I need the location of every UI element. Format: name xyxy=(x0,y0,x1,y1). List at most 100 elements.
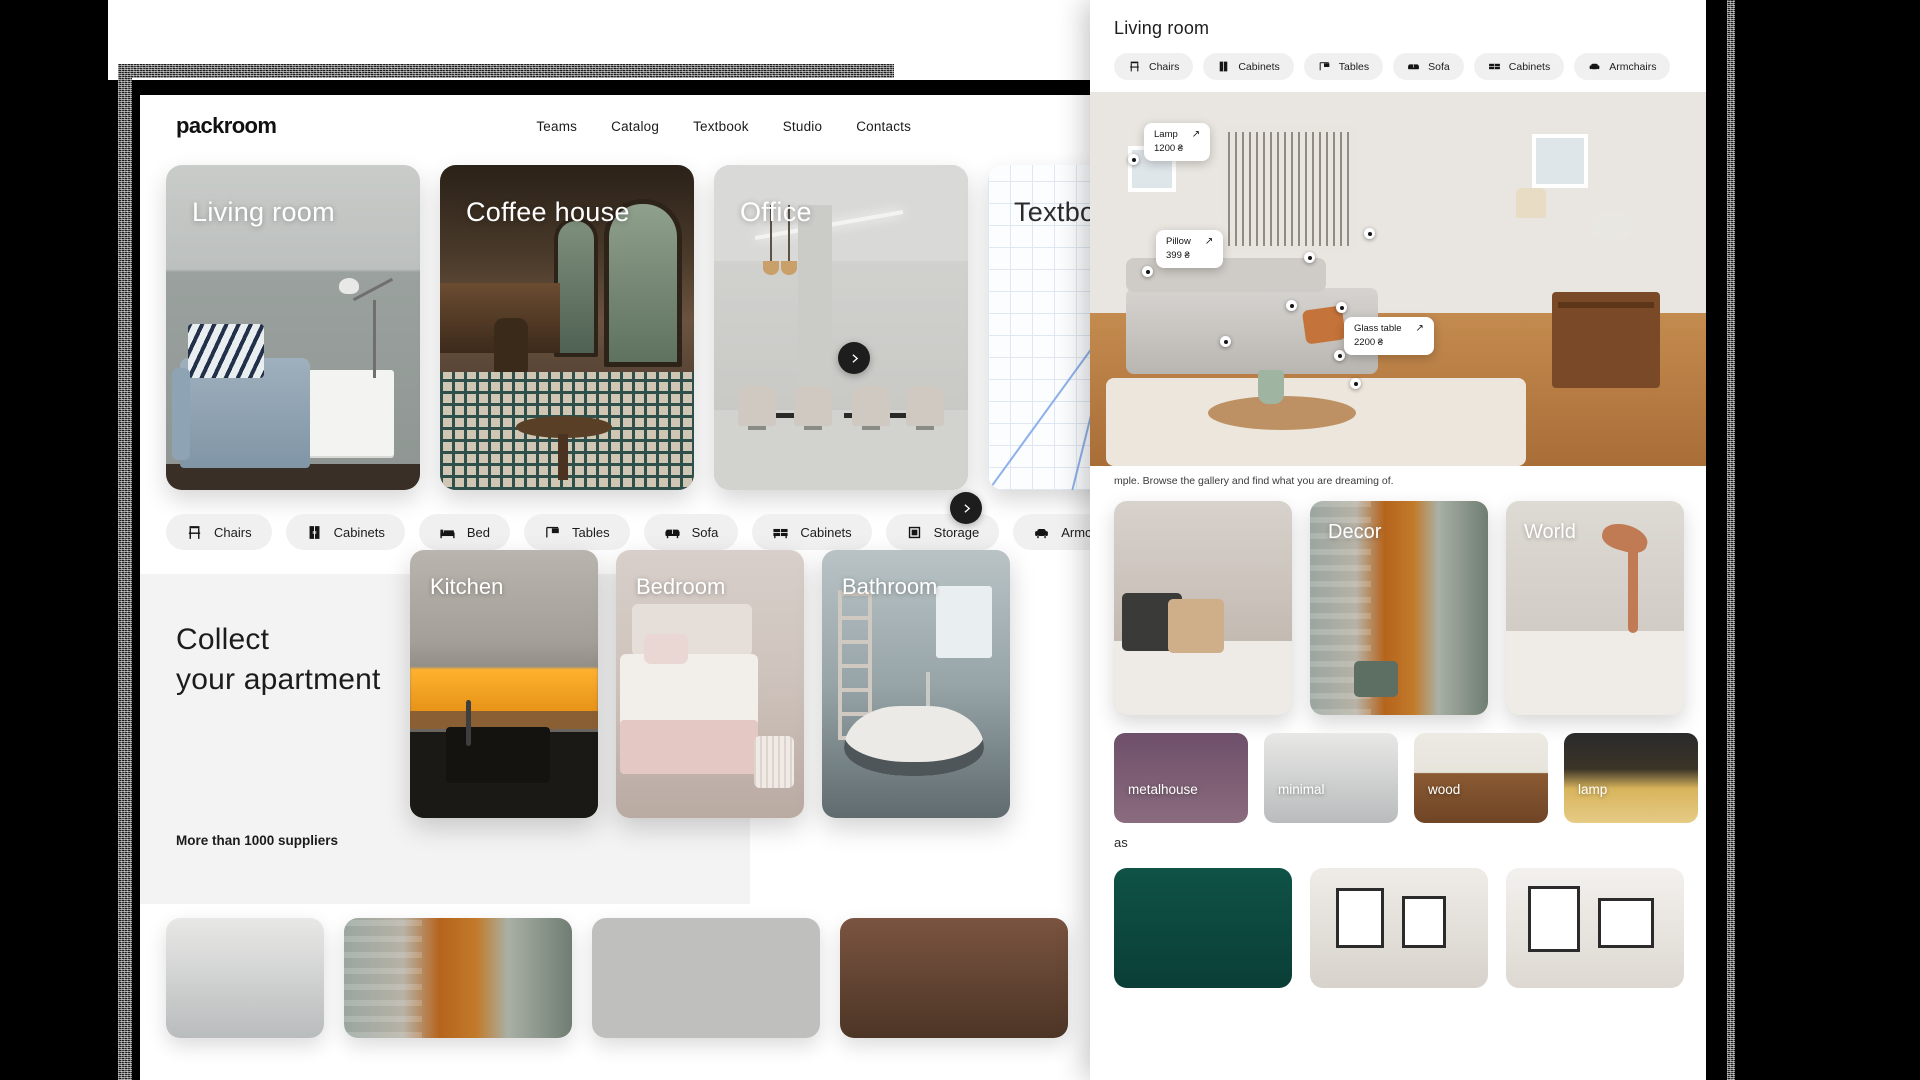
chip-label: Cabinets xyxy=(1508,60,1551,73)
chip-label: Tables xyxy=(1338,60,1370,73)
hotspot-glass-table[interactable] xyxy=(1334,350,1345,361)
chip-label: Tables xyxy=(572,524,610,540)
collect-section: Collect your apartment More than 1000 su… xyxy=(140,550,1010,904)
armchair-icon xyxy=(1589,63,1600,70)
hotspot-pillow[interactable] xyxy=(1142,266,1153,277)
chip-label: Armchairs xyxy=(1609,60,1657,73)
product-tag-pillow[interactable]: Pillow ↗ 399 ₴ xyxy=(1156,230,1224,268)
bottom-card[interactable] xyxy=(166,918,324,1038)
chip-label: Cabinets xyxy=(1238,60,1280,73)
sideboard-icon xyxy=(1488,63,1500,70)
product-tag-name: Lamp xyxy=(1154,129,1178,140)
panel-chip-cabinets[interactable]: Cabinets xyxy=(1203,53,1294,80)
chip-tables[interactable]: Tables xyxy=(524,514,630,550)
main-nav: Teams Catalog Textbook Studio Contacts xyxy=(536,119,911,134)
bottom-card[interactable] xyxy=(592,918,820,1038)
chevron-right-icon xyxy=(963,503,970,513)
panel-chip-chairs[interactable]: Chairs xyxy=(1114,53,1194,80)
hero-next-button[interactable] xyxy=(838,342,870,374)
detail-panel-window: Living room Chairs Cabinets Tables Sofa … xyxy=(1090,0,1706,1080)
thumb-label: lamp xyxy=(1578,782,1608,797)
hotspot-extra-4[interactable] xyxy=(1350,378,1361,389)
panel-caption: mple. Browse the gallery and find what y… xyxy=(1114,475,1394,487)
thumb-lamp[interactable]: lamp xyxy=(1564,733,1698,823)
panel-card-world[interactable]: World xyxy=(1506,501,1684,715)
picture-frame-icon xyxy=(1336,888,1384,948)
hero-card-coffee-house[interactable]: Coffee house xyxy=(440,165,694,490)
hotspot-extra-6[interactable] xyxy=(1364,228,1375,239)
nav-item-textbook[interactable]: Textbook xyxy=(693,119,749,134)
window-edge-noise-top xyxy=(118,64,894,78)
hotspot-extra-2[interactable] xyxy=(1336,302,1347,313)
wood-artwork xyxy=(1414,733,1548,823)
nav-item-catalog[interactable]: Catalog xyxy=(611,119,659,134)
hotspot-extra-3[interactable] xyxy=(1220,336,1231,347)
product-tag-price: 399 ₴ xyxy=(1166,250,1190,261)
window-edge-noise-right xyxy=(1727,0,1735,1080)
panel-card-label: Decor xyxy=(1328,521,1382,543)
panel-card-sleep[interactable] xyxy=(1114,501,1292,715)
product-tag-lamp[interactable]: Lamp ↗ 1200 ₴ xyxy=(1144,123,1211,161)
panel-bottom-card-1[interactable] xyxy=(1114,868,1292,988)
bed-icon xyxy=(440,529,455,538)
chip-storage[interactable]: Storage xyxy=(885,514,1000,550)
site-header: packroom Teams Catalog Textbook Studio C… xyxy=(140,95,1220,157)
table-icon xyxy=(1319,62,1330,71)
room-card-bedroom[interactable]: Bedroom xyxy=(616,550,804,818)
bottom-card[interactable] xyxy=(840,918,1068,1038)
product-tag-name: Pillow xyxy=(1166,236,1191,247)
hero-card-label: Office xyxy=(740,197,812,227)
panel-bottom-card-2[interactable] xyxy=(1310,868,1488,988)
chip-bed[interactable]: Bed xyxy=(418,514,511,550)
room-card-kitchen[interactable]: Kitchen xyxy=(410,550,598,818)
thumb-label: wood xyxy=(1428,782,1461,797)
hotspot-extra-5[interactable] xyxy=(1304,252,1315,263)
panel-bottom-card-3[interactable] xyxy=(1506,868,1684,988)
chevron-right-icon xyxy=(851,353,858,363)
hero-card-living-room[interactable]: Living room xyxy=(166,165,420,490)
armchair-icon xyxy=(1035,528,1049,538)
chip-cabinets[interactable]: Cabinets xyxy=(285,514,405,550)
panel-chip-row: Chairs Cabinets Tables Sofa Cabinets Arm… xyxy=(1090,39,1706,80)
product-tag-glass-table[interactable]: Glass table ↗ 2200 ₴ xyxy=(1344,317,1434,355)
chip-sofa[interactable]: Sofa xyxy=(643,514,739,550)
nav-item-contacts[interactable]: Contacts xyxy=(856,119,911,134)
hero-card-label: Coffee house xyxy=(466,197,630,227)
chip-cabinets-2[interactable]: Cabinets xyxy=(752,514,872,550)
thumb-minimal[interactable]: minimal xyxy=(1264,733,1398,823)
panel-chip-cabinets-2[interactable]: Cabinets xyxy=(1473,53,1565,80)
sleep-artwork xyxy=(1114,501,1292,715)
panel-chip-tables[interactable]: Tables xyxy=(1303,53,1384,80)
collect-title-line1: Collect xyxy=(176,623,270,656)
chips-next-button[interactable] xyxy=(950,492,982,524)
chip-label: Chairs xyxy=(1149,60,1180,73)
panel-chip-sofa[interactable]: Sofa xyxy=(1393,53,1464,80)
brand-logo[interactable]: packroom xyxy=(176,113,277,139)
hotspot-extra-1[interactable] xyxy=(1286,300,1297,311)
nav-item-studio[interactable]: Studio xyxy=(783,119,822,134)
product-tag-price: 2200 ₴ xyxy=(1354,337,1384,348)
category-chip-row: Chairs Cabinets Bed Tables Sofa Cabinets… xyxy=(140,490,1220,550)
chair-icon xyxy=(188,525,201,539)
screenshot-root: packroom Teams Catalog Textbook Studio C… xyxy=(0,0,1920,1080)
nav-item-teams[interactable]: Teams xyxy=(536,119,577,134)
external-link-icon: ↗ xyxy=(1415,322,1424,334)
picture-frame-icon xyxy=(1598,898,1654,948)
collect-title-line2: your apartment xyxy=(176,662,381,696)
sofa-icon xyxy=(1408,64,1420,70)
chip-label: Sofa xyxy=(1428,60,1450,73)
panel-title: Living room xyxy=(1114,18,1210,38)
external-link-icon: ↗ xyxy=(1191,128,1201,140)
sideboard-icon xyxy=(773,528,788,538)
room-card-bathroom[interactable]: Bathroom xyxy=(822,550,1010,818)
chip-chairs[interactable]: Chairs xyxy=(166,514,272,550)
thumb-metalhouse[interactable]: metalhouse xyxy=(1114,733,1248,823)
bottom-card[interactable] xyxy=(344,918,572,1038)
hero-card-office[interactable]: Office xyxy=(714,165,968,490)
panel-card-decor[interactable]: Decor xyxy=(1310,501,1488,715)
panel-chip-armchairs[interactable]: Armchairs xyxy=(1574,53,1671,80)
hotspot-lamp[interactable] xyxy=(1128,154,1139,165)
product-tag-name: Glass table xyxy=(1354,323,1402,334)
cabinet-icon xyxy=(309,525,320,539)
thumb-wood[interactable]: wood xyxy=(1414,733,1548,823)
